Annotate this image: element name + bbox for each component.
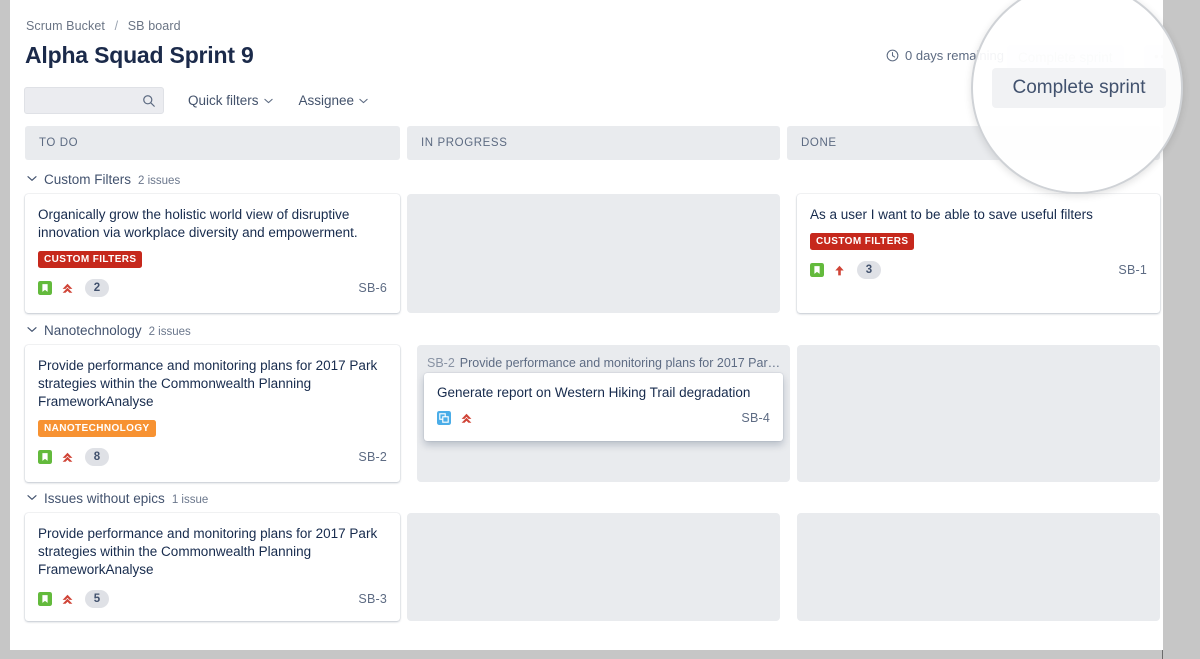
- card-sb-4-dragging[interactable]: Generate report on Western Hiking Trail …: [424, 373, 783, 441]
- estimate-badge: 8: [85, 448, 109, 466]
- card-title: Provide performance and monitoring plans…: [38, 525, 387, 579]
- card-title: Provide performance and monitoring plans…: [38, 357, 387, 411]
- card-key: SB-3: [358, 592, 387, 606]
- story-icon: [810, 263, 824, 277]
- drag-placeholder-key: SB-2: [427, 356, 455, 370]
- dropzone-in-progress-no-epic[interactable]: [407, 513, 780, 621]
- swimlane-header-issues-without-epics[interactable]: Issues without epics 1 issue: [27, 491, 208, 506]
- column-title: TO DO: [39, 137, 78, 149]
- card-footer: 3 SB-1: [810, 261, 1147, 279]
- column-header-in-progress: IN PROGRESS: [407, 126, 780, 160]
- search-box[interactable]: [24, 87, 164, 114]
- column-title: DONE: [801, 137, 837, 149]
- chevron-down-icon: [264, 98, 273, 104]
- swimlane-count: 1 issue: [172, 494, 208, 506]
- breadcrumb-project[interactable]: Scrum Bucket: [26, 19, 105, 33]
- dropzone-done-no-epic[interactable]: [797, 513, 1160, 621]
- swimlane-count: 2 issues: [138, 175, 180, 187]
- card-key: SB-4: [741, 411, 770, 425]
- epic-label[interactable]: CUSTOM FILTERS: [38, 251, 142, 268]
- quick-filters-label: Quick filters: [188, 93, 259, 108]
- card-title: As a user I want to be able to save usef…: [810, 206, 1147, 224]
- card-footer: 8 SB-2: [38, 448, 387, 466]
- drag-placeholder-text: Provide performance and monitoring plans…: [460, 356, 782, 370]
- filter-bar: Quick filters Assignee: [24, 87, 370, 114]
- breadcrumb-separator: /: [115, 19, 119, 33]
- assignee-label: Assignee: [299, 93, 355, 108]
- assignee-dropdown[interactable]: Assignee: [297, 90, 371, 111]
- card-sb-1[interactable]: As a user I want to be able to save usef…: [797, 194, 1160, 313]
- chevron-down-icon: [359, 98, 368, 104]
- drag-placeholder-label: SB-2 Provide performance and monitoring p…: [427, 356, 782, 370]
- epic-label[interactable]: CUSTOM FILTERS: [810, 233, 914, 250]
- window-frame-left: [0, 0, 10, 659]
- card-footer: 2 SB-6: [38, 279, 387, 297]
- highest-priority-icon: [460, 412, 473, 425]
- highest-priority-icon: [61, 451, 74, 464]
- estimate-badge: 2: [85, 279, 109, 297]
- story-icon: [38, 281, 52, 295]
- swimlane-name: Nanotechnology: [44, 323, 142, 338]
- chevron-down-icon[interactable]: [27, 175, 37, 182]
- task-icon: [437, 411, 451, 425]
- card-sb-2[interactable]: Provide performance and monitoring plans…: [25, 345, 400, 482]
- highest-priority-icon: [61, 282, 74, 295]
- screenshot-root: Scrum Bucket / SB board Alpha Squad Spri…: [0, 0, 1200, 659]
- breadcrumb: Scrum Bucket / SB board: [26, 19, 181, 33]
- card-key: SB-1: [1118, 263, 1147, 277]
- search-icon[interactable]: [142, 94, 156, 108]
- card-key: SB-6: [358, 281, 387, 295]
- card-title: Generate report on Western Hiking Trail …: [437, 384, 770, 402]
- card-footer: SB-4: [437, 411, 770, 425]
- column-header-todo: TO DO: [25, 126, 400, 160]
- board-canvas: TO DO IN PROGRESS DONE Custom Filters 2 …: [10, 126, 1163, 650]
- breadcrumb-board[interactable]: SB board: [128, 19, 181, 33]
- estimate-badge: 3: [857, 261, 881, 279]
- chevron-down-icon[interactable]: [27, 326, 37, 333]
- swimlane-name: Issues without epics: [44, 491, 165, 506]
- epic-label[interactable]: NANOTECHNOLOGY: [38, 420, 156, 437]
- highest-priority-icon: [61, 593, 74, 606]
- chevron-down-icon[interactable]: [27, 494, 37, 501]
- magnified-complete-sprint-button[interactable]: Complete sprint: [992, 68, 1166, 108]
- story-icon: [38, 592, 52, 606]
- card-sb-3[interactable]: Provide performance and monitoring plans…: [25, 513, 400, 621]
- page-title: Alpha Squad Sprint 9: [25, 42, 254, 69]
- story-icon: [38, 450, 52, 464]
- column-title: IN PROGRESS: [421, 137, 507, 149]
- high-priority-icon: [833, 264, 846, 277]
- quick-filters-dropdown[interactable]: Quick filters: [186, 90, 275, 111]
- dropzone-done-nanotechnology[interactable]: [797, 345, 1160, 482]
- window-frame-bottom: [0, 650, 1200, 659]
- card-key: SB-2: [358, 450, 387, 464]
- card-sb-6[interactable]: Organically grow the holistic world view…: [25, 194, 400, 313]
- clock-icon: [886, 49, 899, 62]
- card-footer: 5 SB-3: [38, 590, 387, 608]
- swimlane-header-nanotechnology[interactable]: Nanotechnology 2 issues: [27, 323, 191, 338]
- card-title: Organically grow the holistic world view…: [38, 206, 387, 242]
- dropzone-in-progress-custom-filters[interactable]: [407, 194, 780, 313]
- estimate-badge: 5: [85, 590, 109, 608]
- swimlane-name: Custom Filters: [44, 172, 131, 187]
- swimlane-count: 2 issues: [149, 326, 191, 338]
- swimlane-header-custom-filters[interactable]: Custom Filters 2 issues: [27, 172, 180, 187]
